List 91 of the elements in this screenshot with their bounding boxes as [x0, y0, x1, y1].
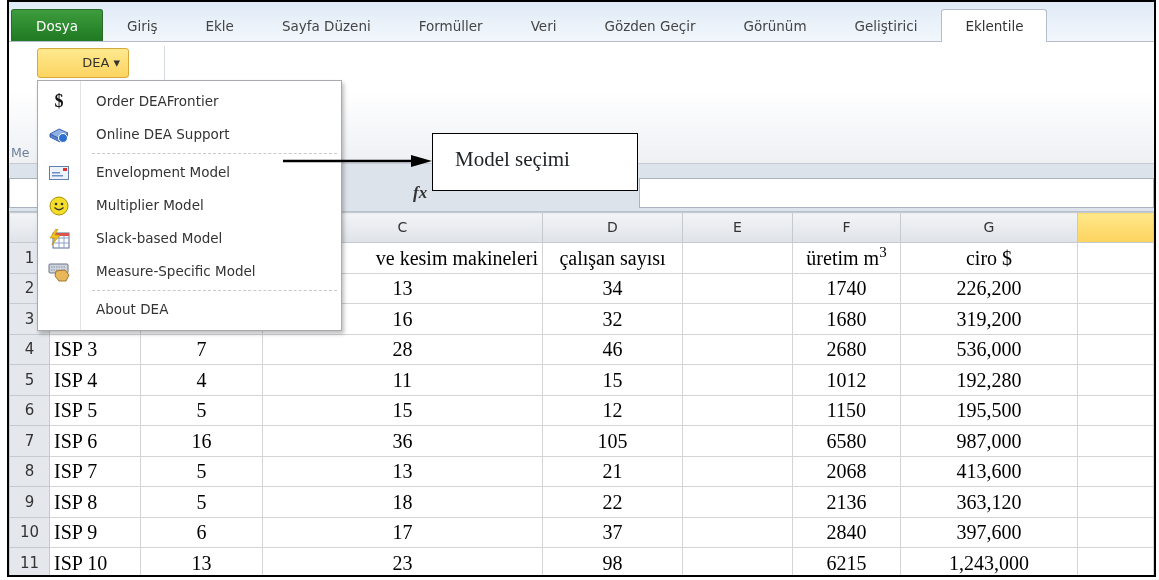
menu-item[interactable]: Measure-Specific Model — [96, 261, 256, 282]
table-cell: 2840 — [792, 517, 901, 548]
table-cell: 17 — [262, 517, 543, 548]
table-cell: üretim m$^{3}$ — [792, 242, 901, 273]
table-cell: 6 — [140, 517, 263, 548]
table-cell: 34 — [542, 273, 683, 304]
row-header[interactable]: 4 — [9, 334, 50, 365]
table-cell: 7 — [140, 334, 263, 365]
table-cell: 413,600 — [900, 456, 1078, 487]
column-header[interactable] — [1077, 212, 1154, 243]
menu-item[interactable]: Order DEAFrontier — [96, 91, 219, 112]
file-tab[interactable]: Dosya — [11, 9, 103, 41]
table-cell: 2136 — [792, 486, 901, 517]
insert-function-button[interactable]: fx — [413, 180, 428, 206]
row-header[interactable]: 8 — [9, 456, 50, 487]
menu-item[interactable]: About DEA — [96, 299, 169, 320]
table-cell: 36 — [262, 425, 543, 456]
keyboard-hand-icon — [48, 261, 70, 282]
column-header[interactable]: G — [900, 212, 1078, 243]
row-header[interactable]: 5 — [9, 364, 50, 395]
group-label: Me — [11, 144, 30, 163]
table-cell: 5 — [140, 486, 263, 517]
table-cell: çalışan sayısı — [542, 242, 683, 273]
table-cell: ISP 7 — [49, 456, 141, 487]
column-header[interactable]: F — [792, 212, 901, 243]
column-header[interactable]: E — [682, 212, 793, 243]
row-header[interactable]: 6 — [9, 395, 50, 426]
table-cell: 21 — [542, 456, 683, 487]
menu-item[interactable]: Multiplier Model — [96, 195, 204, 216]
ribbon-tab[interactable]: Gözden Geçir — [580, 9, 720, 41]
ribbon-tab[interactable]: Eklentile — [941, 9, 1048, 42]
table-cell: 13 — [262, 456, 543, 487]
row-header[interactable]: 7 — [9, 425, 50, 456]
column-header[interactable]: D — [542, 212, 683, 243]
ribbon-tab[interactable]: Veri — [506, 9, 581, 41]
ribbon-tab[interactable]: Giriş — [102, 9, 182, 41]
row-header[interactable]: 9 — [9, 486, 50, 517]
table-cell: 6580 — [792, 425, 901, 456]
table-cell: 1012 — [792, 364, 901, 395]
dea-dropdown-button[interactable]: DEA ▾ — [37, 48, 129, 78]
table-cell: 192,280 — [900, 364, 1078, 395]
table-cell: 105 — [542, 425, 683, 456]
ribbon-tab[interactable]: Geliştirici — [830, 9, 942, 41]
table-cell: 18 — [262, 486, 543, 517]
table-cell: 397,600 — [900, 517, 1078, 548]
table-lightning-icon — [48, 228, 70, 249]
callout-label: Model seçimi — [432, 133, 638, 191]
table-cell: 5 — [140, 456, 263, 487]
table-cell: 2680 — [792, 334, 901, 365]
row-header[interactable]: 10 — [9, 517, 50, 548]
table-cell: ISP 8 — [49, 486, 141, 517]
table-cell: 46 — [542, 334, 683, 365]
table-cell: 11 — [262, 364, 543, 395]
menu-item[interactable]: Online DEA Support — [96, 124, 230, 145]
table-cell: ISP 6 — [49, 425, 141, 456]
smiley-icon — [49, 195, 69, 216]
ribbon-tab[interactable]: Formüller — [394, 9, 507, 41]
table-cell: 363,120 — [900, 486, 1078, 517]
table-cell: 1150 — [792, 395, 901, 426]
ribbon-tab[interactable]: Görünüm — [719, 9, 831, 41]
table-cell: 1680 — [792, 303, 901, 334]
table-cell: ciro $ — [900, 242, 1078, 273]
table-cell: 987,000 — [900, 425, 1078, 456]
table-cell: 16 — [140, 425, 263, 456]
dollar-sign-icon: $ — [54, 88, 64, 115]
table-cell: 22 — [542, 486, 683, 517]
table-cell: 536,000 — [900, 334, 1078, 365]
table-cell: 226,200 — [900, 273, 1078, 304]
table-cell: ISP 5 — [49, 395, 141, 426]
row-header[interactable]: 11 — [9, 547, 50, 575]
table-cell: 5 — [140, 395, 263, 426]
table-cell: ISP 4 — [49, 364, 141, 395]
table-cell: 15 — [542, 364, 683, 395]
menu-item[interactable]: Envelopment Model — [96, 162, 231, 183]
ribbon-tab[interactable]: Sayfa Düzeni — [257, 9, 395, 41]
formula-field[interactable] — [639, 178, 1154, 208]
table-cell: 15 — [262, 395, 543, 426]
table-cell: 37 — [542, 517, 683, 548]
table-cell: 2068 — [792, 456, 901, 487]
table-cell: ISP 9 — [49, 517, 141, 548]
table-cell: 12 — [542, 395, 683, 426]
table-cell: ISP 3 — [49, 334, 141, 365]
table-cell: 4 — [140, 364, 263, 395]
table-cell: 195,500 — [900, 395, 1078, 426]
table-cell: 1740 — [792, 273, 901, 304]
table-cell: 28 — [262, 334, 543, 365]
card-icon — [49, 165, 69, 180]
menu-item[interactable]: Slack-based Model — [96, 228, 223, 249]
table-cell: 319,200 — [900, 303, 1078, 334]
ribbon-tab[interactable]: Ekle — [181, 9, 258, 41]
table-cell: 32 — [542, 303, 683, 334]
